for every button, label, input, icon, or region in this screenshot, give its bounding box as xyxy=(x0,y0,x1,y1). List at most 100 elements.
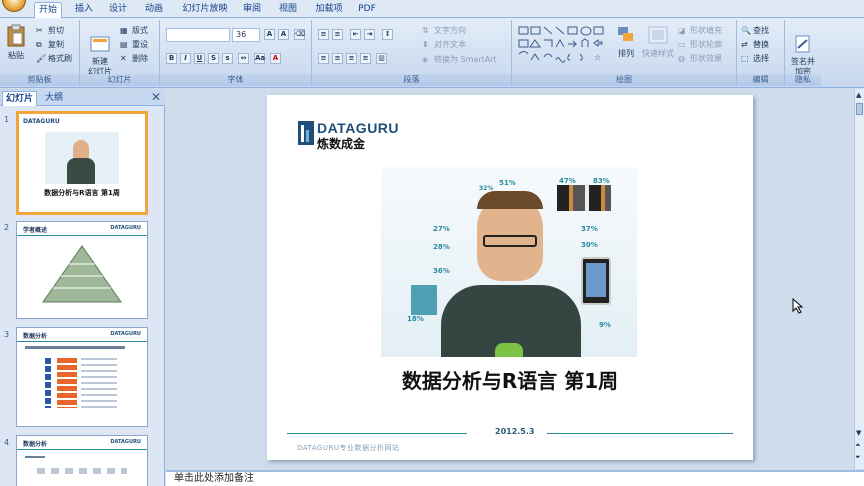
office-button[interactable] xyxy=(2,0,26,12)
char-spacing-button[interactable]: ↔ xyxy=(238,53,249,64)
new-slide-icon xyxy=(90,36,110,52)
find-button[interactable]: 🔍 查找 xyxy=(741,25,769,36)
infographic-image: 51% 47% 83% 27% 28% 36% 37% 30% 18% 9% 3… xyxy=(381,167,637,357)
ribbon: 粘贴 ✂ 剪切 ⧉ 复制 🖌 格式刷 剪贴板 新建 幻灯片 ▦ 版式 ▤ 重设 ✕ 删除 幻… xyxy=(0,18,864,88)
paste-button[interactable]: 粘贴 xyxy=(4,24,28,61)
stat-label: 37% xyxy=(581,225,598,233)
thumb-title: 数据分析 xyxy=(23,333,48,340)
thumbnail-slide-2[interactable]: 学者概述 DATAGURU xyxy=(16,221,148,319)
layout-icon: ▦ xyxy=(120,25,128,35)
tab-view[interactable]: 视图 xyxy=(274,2,302,18)
decrease-indent-button[interactable]: ⇤ xyxy=(350,29,361,40)
next-slide-icon[interactable]: ⏷ xyxy=(855,453,861,462)
tab-design[interactable]: 设计 xyxy=(104,2,132,18)
format-painter-button[interactable]: 🖌 格式刷 xyxy=(36,53,72,64)
cut-button[interactable]: ✂ 剪切 xyxy=(36,25,64,36)
scroll-down-icon[interactable]: ▼ xyxy=(856,429,861,437)
bold-button[interactable]: B xyxy=(166,53,177,64)
effects-icon: ◍ xyxy=(678,53,685,63)
font-color-button[interactable]: A xyxy=(270,53,281,64)
delete-icon: ✕ xyxy=(120,53,127,63)
shape-outline-button[interactable]: ▭ 形状轮廓 xyxy=(678,39,722,50)
select-icon: ⬚ xyxy=(741,53,749,63)
bullets-button[interactable]: ≡ xyxy=(318,29,329,40)
font-name-field[interactable] xyxy=(166,28,230,42)
smartart-button[interactable]: ◈ 转换为 SmartArt xyxy=(422,54,497,65)
hair xyxy=(477,191,543,209)
drawing-label: 绘图 xyxy=(512,74,736,86)
tab-home[interactable]: 开始 xyxy=(34,2,62,18)
thumbnail-slide-4[interactable]: 数据分析 DATAGURU xyxy=(16,435,148,486)
underline-button[interactable]: U xyxy=(194,53,205,64)
tablet-icon xyxy=(581,257,611,305)
quick-styles-icon xyxy=(648,26,668,44)
shadow-button[interactable]: s xyxy=(222,53,233,64)
layout-button[interactable]: ▦ 版式 xyxy=(120,25,148,36)
editing-group: 🔍 查找 ⇄ 替换 ⬚ 选择 编辑 xyxy=(737,20,785,86)
slides-pane: 幻灯片 大纲 ✕ 1 DATAGURU 数据分析与R语言 第1周 2 学者概述 … xyxy=(0,89,165,486)
strikethrough-button[interactable]: S xyxy=(208,53,219,64)
notes-pane[interactable]: 单击此处添加备注 xyxy=(166,470,864,486)
numbering-button[interactable]: ≡ xyxy=(332,29,343,40)
reset-button[interactable]: ▤ 重设 xyxy=(120,39,148,50)
select-button[interactable]: ⬚ 选择 xyxy=(741,53,769,64)
scroll-thumb[interactable] xyxy=(856,103,863,115)
align-text-button[interactable]: ⬍ 对齐文本 xyxy=(422,39,466,50)
font-size-field[interactable]: 36 xyxy=(232,28,260,42)
prev-slide-icon[interactable]: ⏶ xyxy=(855,441,861,450)
align-left-button[interactable]: ≡ xyxy=(318,53,329,64)
tab-pdf[interactable]: PDF xyxy=(354,2,380,18)
brush-icon: 🖌 xyxy=(36,53,47,63)
line-spacing-button[interactable]: ↕ xyxy=(382,29,393,40)
align-center-button[interactable]: ≡ xyxy=(332,53,343,64)
shape-effects-button[interactable]: ◍ 形状效果 xyxy=(678,53,722,64)
grow-font-button[interactable]: A xyxy=(264,29,275,40)
scroll-up-icon[interactable]: ▲ xyxy=(856,91,861,99)
thumbnail-number: 3 xyxy=(4,330,10,339)
slide-canvas[interactable]: DATAGURU 炼数成金 51% 47% 83% 27% 28% 36% 37… xyxy=(267,95,753,460)
quick-styles-button[interactable]: 快速样式 xyxy=(640,24,676,59)
columns-button[interactable]: ▥ xyxy=(376,53,387,64)
italic-button[interactable]: I xyxy=(180,53,191,64)
clear-format-button[interactable]: ⌫ xyxy=(294,29,305,40)
tab-slideshow[interactable]: 幻灯片放映 xyxy=(178,2,232,18)
fill-icon: ◪ xyxy=(678,25,686,35)
slide-title[interactable]: 数据分析与R语言 第1周 xyxy=(267,365,753,394)
tab-insert[interactable]: 插入 xyxy=(70,2,98,18)
copy-button[interactable]: ⧉ 复制 xyxy=(36,39,64,50)
tab-slides[interactable]: 幻灯片 xyxy=(2,91,38,106)
thumb-logo: DATAGURU xyxy=(110,439,141,445)
glasses xyxy=(483,235,537,247)
cut-label: 剪切 xyxy=(48,26,64,35)
increase-indent-button[interactable]: ⇥ xyxy=(364,29,375,40)
vertical-scrollbar[interactable]: ▲ ▼ ⏶ ⏷ xyxy=(854,89,864,469)
delete-slide-button[interactable]: ✕ 删除 xyxy=(120,53,148,64)
change-case-button[interactable]: Aa xyxy=(254,53,265,64)
thumbnail-slide-1[interactable]: DATAGURU 数据分析与R语言 第1周 xyxy=(16,111,148,215)
privacy-label: 隐私 xyxy=(785,74,821,86)
ribbon-tab-bar: 开始 插入 设计 动画 幻灯片放映 审阅 视图 加载项 PDF xyxy=(0,0,864,18)
justify-button[interactable]: ≡ xyxy=(360,53,371,64)
shape-fill-button[interactable]: ◪ 形状填充 xyxy=(678,25,722,36)
thumbnail-number: 2 xyxy=(4,223,10,232)
shapes-gallery[interactable]: ☆ xyxy=(516,24,612,68)
tab-outline[interactable]: 大纲 xyxy=(42,91,66,106)
slide-footer: DATAGURU专业数据分析网站 xyxy=(297,444,400,452)
replace-button[interactable]: ⇄ 替换 xyxy=(741,39,769,50)
paste-icon xyxy=(7,24,25,47)
arrange-button[interactable]: 排列 xyxy=(614,24,638,59)
tab-addins[interactable]: 加载项 xyxy=(310,2,348,18)
close-pane-icon[interactable]: ✕ xyxy=(151,90,161,104)
copy-icon: ⧉ xyxy=(36,39,42,49)
reset-label: 重设 xyxy=(132,40,148,49)
thumbnail-slide-3[interactable]: 数据分析 DATAGURU xyxy=(16,327,148,427)
tab-review[interactable]: 审阅 xyxy=(238,2,266,18)
logo-subtext: 炼数成金 xyxy=(317,137,366,151)
shrink-font-button[interactable]: A xyxy=(278,29,289,40)
tab-animations[interactable]: 动画 xyxy=(140,2,168,18)
align-right-button[interactable]: ≡ xyxy=(346,53,357,64)
stat-label: 27% xyxy=(433,225,450,233)
paste-label: 粘贴 xyxy=(8,51,24,60)
text-direction-button[interactable]: ⇅ 文字方向 xyxy=(422,25,466,36)
bar-icon xyxy=(411,285,437,315)
